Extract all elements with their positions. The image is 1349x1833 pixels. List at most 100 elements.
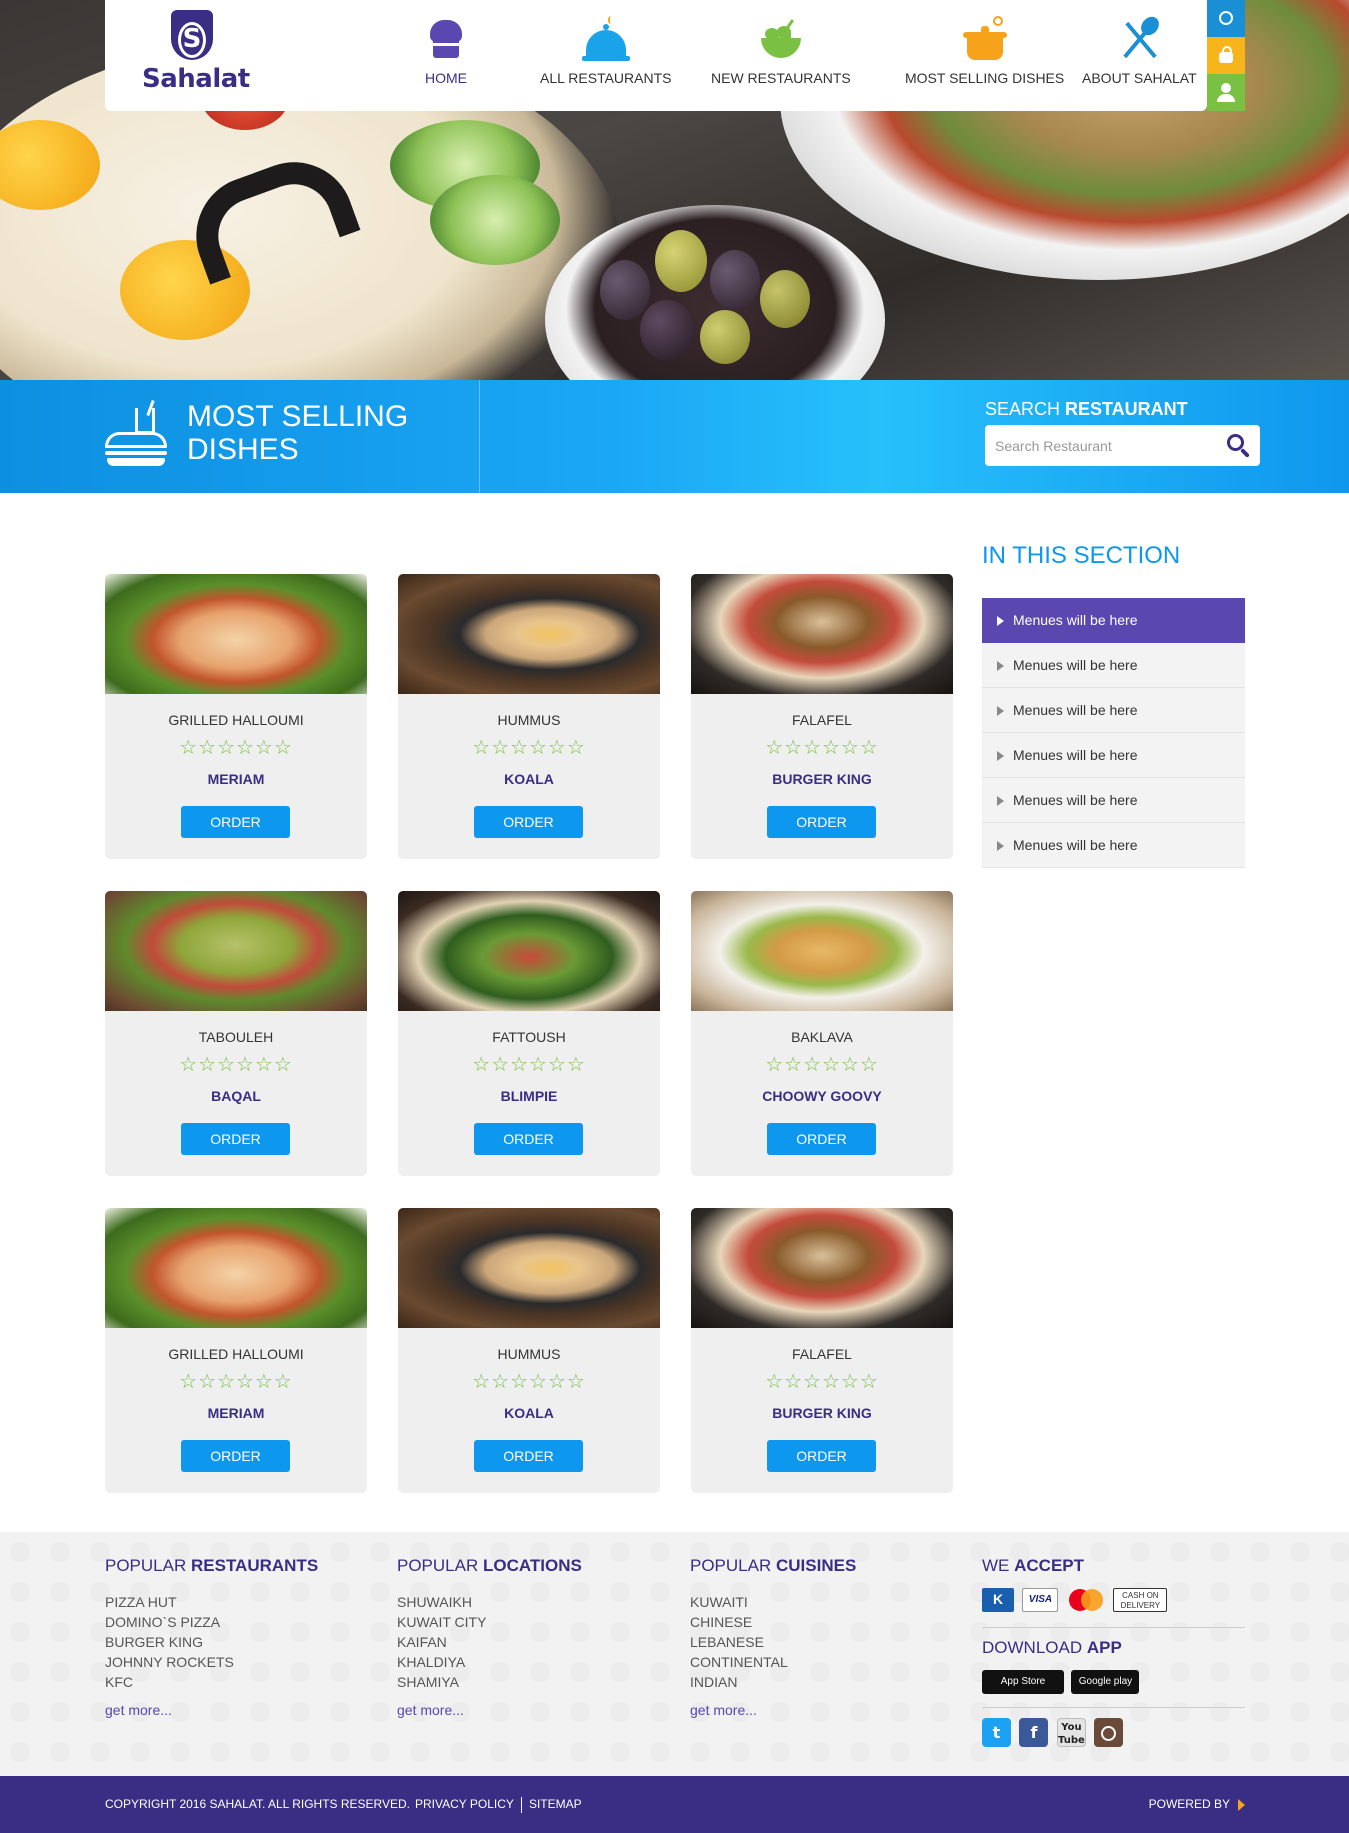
get-more-link[interactable]: get more... xyxy=(690,1702,856,1718)
order-button[interactable]: ORDER xyxy=(474,1123,583,1155)
heading-bold: APP xyxy=(1086,1638,1122,1657)
dish-image[interactable] xyxy=(105,574,367,694)
footer-link[interactable]: INDIAN xyxy=(690,1672,856,1692)
footer-link[interactable]: SHAMIYA xyxy=(397,1672,582,1692)
sidebar-menu: Menues will be here Menues will be here … xyxy=(982,598,1245,868)
restaurant-name[interactable]: CHOOWY GOOVY xyxy=(691,1088,953,1104)
heading-bold: RESTAURANTS xyxy=(190,1556,319,1575)
footer-link[interactable]: KAIFAN xyxy=(397,1632,582,1652)
dish-image[interactable] xyxy=(398,1208,660,1328)
popular-locations: POPULAR LOCATIONS SHUWAIKH KUWAIT CITY K… xyxy=(397,1556,582,1718)
restaurant-name[interactable]: KOALA xyxy=(398,771,660,787)
sidebar-menu-item[interactable]: Menues will be here xyxy=(982,598,1245,643)
star-rating[interactable]: ☆☆☆☆☆☆ xyxy=(691,735,953,759)
sidebar-menu-item[interactable]: Menues will be here xyxy=(982,823,1245,868)
star-rating[interactable]: ☆☆☆☆☆☆ xyxy=(105,735,367,759)
nav-new-restaurants[interactable]: NEW RESTAURANTS xyxy=(711,16,851,86)
get-more-link[interactable]: get more... xyxy=(397,1702,582,1718)
order-button[interactable]: ORDER xyxy=(181,1123,290,1155)
restaurant-name[interactable]: MERIAM xyxy=(105,1405,367,1421)
footer-link[interactable]: BURGER KING xyxy=(105,1632,318,1652)
search-input[interactable] xyxy=(985,425,1215,466)
get-more-link[interactable]: get more... xyxy=(105,1702,318,1718)
footer-link[interactable]: SHUWAIKH xyxy=(397,1592,582,1612)
sidebar-menu-item[interactable]: Menues will be here xyxy=(982,733,1245,778)
nav-all-restaurants[interactable]: ALL RESTAURANTS xyxy=(540,16,671,86)
restaurant-name[interactable]: BAQAL xyxy=(105,1088,367,1104)
nav-most-selling-dishes[interactable]: MOST SELLING DISHES xyxy=(905,16,1064,86)
dish-image[interactable] xyxy=(691,1208,953,1328)
dish-image[interactable] xyxy=(691,891,953,1011)
dish-image[interactable] xyxy=(105,891,367,1011)
footer-link[interactable]: KFC xyxy=(105,1672,318,1692)
sidebar-menu-item[interactable]: Menues will be here xyxy=(982,778,1245,823)
restaurant-name[interactable]: MERIAM xyxy=(105,771,367,787)
nav-home[interactable]: HOME xyxy=(422,16,470,86)
restaurant-name[interactable]: BURGER KING xyxy=(691,771,953,787)
instagram-icon[interactable] xyxy=(1094,1718,1124,1747)
dish-name: FALAFEL xyxy=(792,1346,852,1362)
order-button[interactable]: ORDER xyxy=(767,1440,876,1472)
google-play-badge[interactable]: Google play xyxy=(1071,1670,1140,1694)
facebook-icon[interactable]: f xyxy=(1019,1718,1049,1747)
star-rating[interactable]: ☆☆☆☆☆☆ xyxy=(691,1052,953,1076)
star-rating[interactable]: ☆☆☆☆☆☆ xyxy=(105,1369,367,1393)
sahalat-logo[interactable]: Sahalat xyxy=(142,10,250,102)
restaurant-name[interactable]: BURGER KING xyxy=(691,1405,953,1421)
lock-icon[interactable] xyxy=(1207,37,1245,74)
star-rating[interactable]: ☆☆☆☆☆☆ xyxy=(398,1052,660,1076)
cutlery-icon xyxy=(1115,13,1163,64)
dish-image[interactable] xyxy=(398,891,660,1011)
order-button[interactable]: ORDER xyxy=(181,1440,290,1472)
order-button[interactable]: ORDER xyxy=(474,806,583,838)
footer-separator xyxy=(982,1627,1245,1628)
heading-prefix: POPULAR xyxy=(105,1556,191,1575)
dish-card: BAKLAVA ☆☆☆☆☆☆ CHOOWY GOOVY ORDER xyxy=(691,891,953,1176)
footer-link[interactable]: LEBANESE xyxy=(690,1632,856,1652)
search-icon[interactable] xyxy=(1226,433,1252,459)
search-label-prefix: SEARCH xyxy=(985,399,1066,419)
restaurant-name[interactable]: BLIMPIE xyxy=(398,1088,660,1104)
social-links: t f You Tube xyxy=(982,1718,1245,1748)
youtube-icon[interactable]: You Tube xyxy=(1056,1718,1086,1747)
nav-about-sahalat-label: ABOUT SAHALAT xyxy=(1082,70,1197,86)
privacy-policy-link[interactable]: PRIVACY POLICY xyxy=(415,1797,514,1811)
order-button[interactable]: ORDER xyxy=(181,806,290,838)
user-icon[interactable] xyxy=(1207,74,1245,111)
star-rating[interactable]: ☆☆☆☆☆☆ xyxy=(105,1052,367,1076)
twitter-icon[interactable]: t xyxy=(982,1718,1011,1747)
footer-link[interactable]: CHINESE xyxy=(690,1612,856,1632)
dish-card: HUMMUS ☆☆☆☆☆☆ KOALA ORDER xyxy=(398,574,660,859)
footer-link[interactable]: PIZZA HUT xyxy=(105,1592,318,1612)
order-button[interactable]: ORDER xyxy=(767,1123,876,1155)
dish-card: GRILLED HALLOUMI ☆☆☆☆☆☆ MERIAM ORDER xyxy=(105,574,367,859)
dish-image[interactable] xyxy=(105,1208,367,1328)
app-store-badge[interactable]: App Store xyxy=(982,1670,1064,1694)
star-rating[interactable]: ☆☆☆☆☆☆ xyxy=(398,1369,660,1393)
band-divider xyxy=(479,380,480,493)
footer-link[interactable]: JOHNNY ROCKETS xyxy=(105,1652,318,1672)
nav-about-sahalat[interactable]: ABOUT SAHALAT xyxy=(1082,13,1197,86)
powered-by-label: POWERED BY xyxy=(1148,1797,1230,1811)
footer-link[interactable]: CONTINENTAL xyxy=(690,1652,856,1672)
footer-link[interactable]: KHALDIYA xyxy=(397,1652,582,1672)
utility-strip xyxy=(1207,0,1245,111)
order-button[interactable]: ORDER xyxy=(767,806,876,838)
star-rating[interactable]: ☆☆☆☆☆☆ xyxy=(691,1369,953,1393)
powered-by[interactable]: POWERED BY xyxy=(1149,1797,1245,1811)
sidebar-title: IN THIS SECTION xyxy=(982,542,1181,569)
sidebar-menu-item[interactable]: Menues will be here xyxy=(982,688,1245,733)
order-button[interactable]: ORDER xyxy=(474,1440,583,1472)
footer-link[interactable]: KUWAIT CITY xyxy=(397,1612,582,1632)
sitemap-link[interactable]: SITEMAP xyxy=(529,1797,582,1811)
sidebar-menu-item[interactable]: Menues will be here xyxy=(982,643,1245,688)
heading-bold: LOCATIONS xyxy=(482,1556,582,1575)
dish-image[interactable] xyxy=(398,574,660,694)
footer-link[interactable]: KUWAITI xyxy=(690,1592,856,1612)
dish-image[interactable] xyxy=(691,574,953,694)
footer-link[interactable]: DOMINO`S PIZZA xyxy=(105,1612,318,1632)
star-rating[interactable]: ☆☆☆☆☆☆ xyxy=(398,735,660,759)
restaurant-name[interactable]: KOALA xyxy=(398,1405,660,1421)
globe-icon[interactable] xyxy=(1207,0,1245,37)
page-title-line1: MOST SELLING xyxy=(187,400,409,433)
